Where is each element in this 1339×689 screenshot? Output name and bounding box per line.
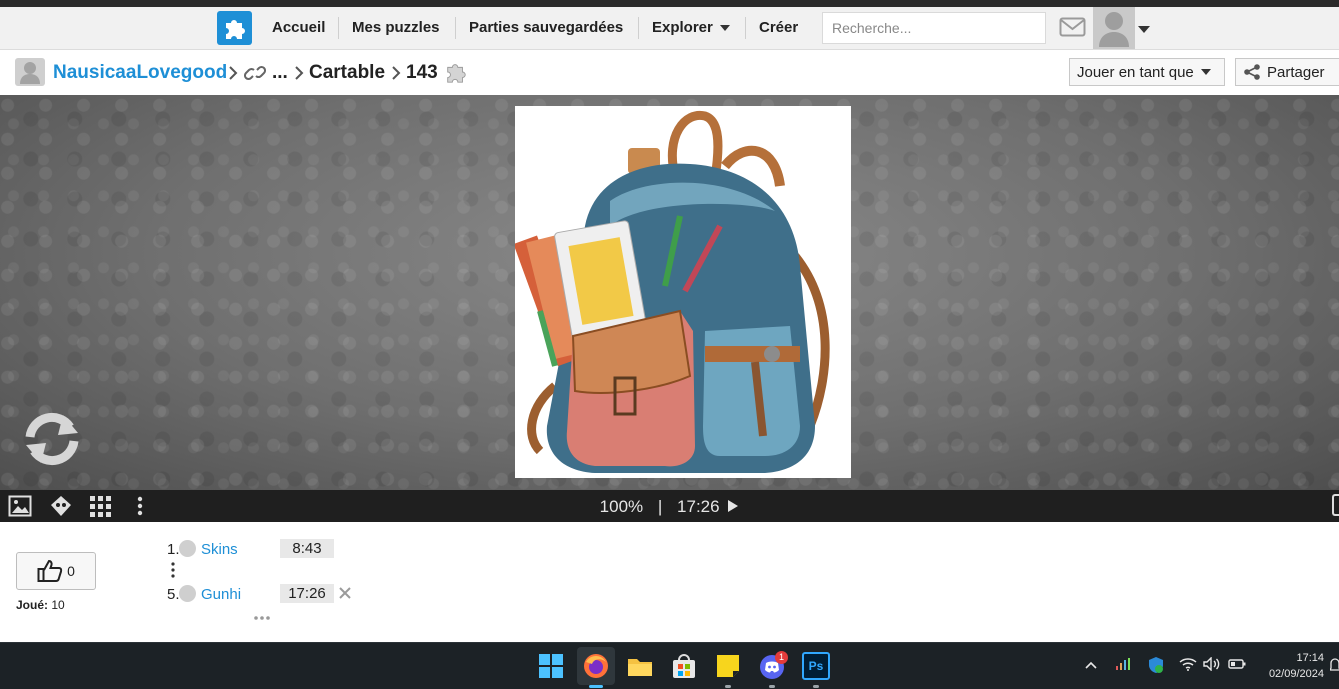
timer: 17:26: [677, 497, 720, 516]
score-time: 8:43: [280, 539, 334, 558]
user-silhouette-icon: [1099, 12, 1129, 47]
chevron-right-icon: [392, 66, 401, 80]
clock-time[interactable]: 17:14: [1262, 652, 1324, 664]
breadcrumb-user[interactable]: NausicaaLovegood: [53, 62, 227, 84]
volume-icon[interactable]: [1203, 657, 1221, 671]
sticky-notes-icon[interactable]: [714, 652, 742, 680]
photoshop-icon[interactable]: Ps: [802, 652, 830, 680]
like-button[interactable]: 0: [16, 552, 96, 590]
wifi-icon[interactable]: [1179, 657, 1197, 671]
play-icon[interactable]: [727, 499, 739, 513]
refresh-icon[interactable]: [20, 409, 84, 469]
score-rank: 5.: [167, 586, 180, 603]
more-horizontal-icon[interactable]: [253, 615, 271, 621]
active-app-indicator: [589, 685, 603, 688]
shield-icon[interactable]: [1148, 656, 1164, 674]
chevron-right-icon: [229, 66, 238, 80]
site-logo[interactable]: [217, 11, 252, 45]
user-avatar-icon: [179, 585, 196, 602]
user-avatar[interactable]: [1093, 7, 1135, 49]
notification-badge: 1: [775, 651, 788, 664]
breadcrumb: NausicaaLovegood ... Cartable 143 Jouer …: [0, 50, 1339, 95]
score-row: 1. Skins 8:43: [167, 539, 334, 558]
battery-icon[interactable]: [1228, 658, 1246, 670]
readout-separator: |: [657, 497, 663, 516]
more-vertical-icon[interactable]: [170, 562, 176, 578]
windows-start-icon[interactable]: [537, 652, 565, 680]
app-running-indicator: [769, 685, 775, 688]
fullscreen-icon[interactable]: [1332, 494, 1339, 516]
share-icon: [1244, 64, 1260, 80]
puzzle-piece-icon: [447, 64, 466, 83]
window-top-strip: [0, 0, 1339, 7]
nav-separator: [338, 17, 339, 39]
puzzle-board[interactable]: [0, 95, 1339, 490]
puzzle-preview-image[interactable]: [513, 106, 851, 478]
user-silhouette-icon: [20, 62, 40, 84]
thumbs-up-icon: [37, 559, 63, 582]
nav-creer[interactable]: Créer: [759, 19, 798, 36]
puzzle-toolbar: 100% | 17:26: [0, 490, 1339, 522]
nav-mes-puzzles[interactable]: Mes puzzles: [352, 19, 440, 36]
owner-avatar[interactable]: [15, 58, 45, 86]
share-label: Partager: [1267, 63, 1325, 81]
app-running-indicator: [813, 685, 819, 688]
zoom-timer-readout: 100% | 17:26: [0, 497, 1339, 517]
play-as-button[interactable]: Jouer en tant que: [1069, 58, 1225, 86]
share-button[interactable]: Partager: [1235, 58, 1339, 86]
nav-separator: [455, 17, 456, 39]
score-row: 5. Gunhi 17:26: [167, 584, 334, 603]
backpack-illustration: [513, 110, 830, 473]
puzzle-piece-icon: [225, 20, 245, 39]
main-navbar: Accueil Mes puzzles Parties sauvegardées…: [0, 7, 1339, 50]
file-explorer-icon[interactable]: [626, 652, 654, 680]
chevron-down-icon: [1200, 69, 1211, 75]
chevron-right-icon: [295, 66, 304, 80]
chevron-up-icon[interactable]: [1085, 661, 1097, 669]
puzzle-info-panel: 0 Joué: 10 1. Skins 8:43 5. Gunhi 17:26: [0, 522, 1339, 642]
score-player-name[interactable]: Skins: [201, 541, 238, 558]
app-running-indicator: [725, 685, 731, 688]
microsoft-store-icon[interactable]: [670, 652, 698, 680]
nav-parties-sauvegardees[interactable]: Parties sauvegardées: [469, 19, 623, 36]
clock-date[interactable]: 02/09/2024: [1258, 668, 1324, 680]
chevron-down-icon: [719, 25, 730, 32]
breadcrumb-album[interactable]: Cartable: [309, 62, 385, 84]
audio-levels-icon[interactable]: [1115, 657, 1131, 671]
play-as-label: Jouer en tant que: [1077, 63, 1194, 81]
search-input[interactable]: [822, 12, 1046, 44]
user-avatar-icon: [179, 540, 196, 557]
zoom-level: 100%: [599, 497, 644, 516]
breadcrumb-ellipsis[interactable]: ...: [272, 62, 288, 84]
firefox-icon[interactable]: [582, 652, 610, 680]
nav-accueil[interactable]: Accueil: [272, 19, 325, 36]
user-menu-caret-icon[interactable]: [1138, 26, 1150, 33]
close-icon[interactable]: [337, 585, 353, 601]
score-player-name[interactable]: Gunhi: [201, 586, 241, 603]
score-rank: 1.: [167, 541, 180, 558]
like-count: 0: [67, 563, 75, 579]
nav-separator: [638, 17, 639, 39]
os-taskbar: 1 Ps 17:14 02/09/2024: [0, 642, 1339, 689]
notification-bell-icon[interactable]: [1330, 657, 1339, 673]
link-icon[interactable]: [244, 64, 266, 82]
mail-icon[interactable]: [1059, 17, 1086, 37]
nav-explorer-label: Explorer: [652, 19, 713, 36]
nav-separator: [745, 17, 746, 39]
played-count: 10: [51, 598, 65, 612]
score-time: 17:26: [280, 584, 334, 603]
breadcrumb-piece-count: 143: [406, 62, 438, 83]
played-stat: Joué: 10: [16, 598, 65, 612]
nav-explorer[interactable]: Explorer: [652, 19, 730, 36]
played-label: Joué:: [16, 598, 49, 612]
